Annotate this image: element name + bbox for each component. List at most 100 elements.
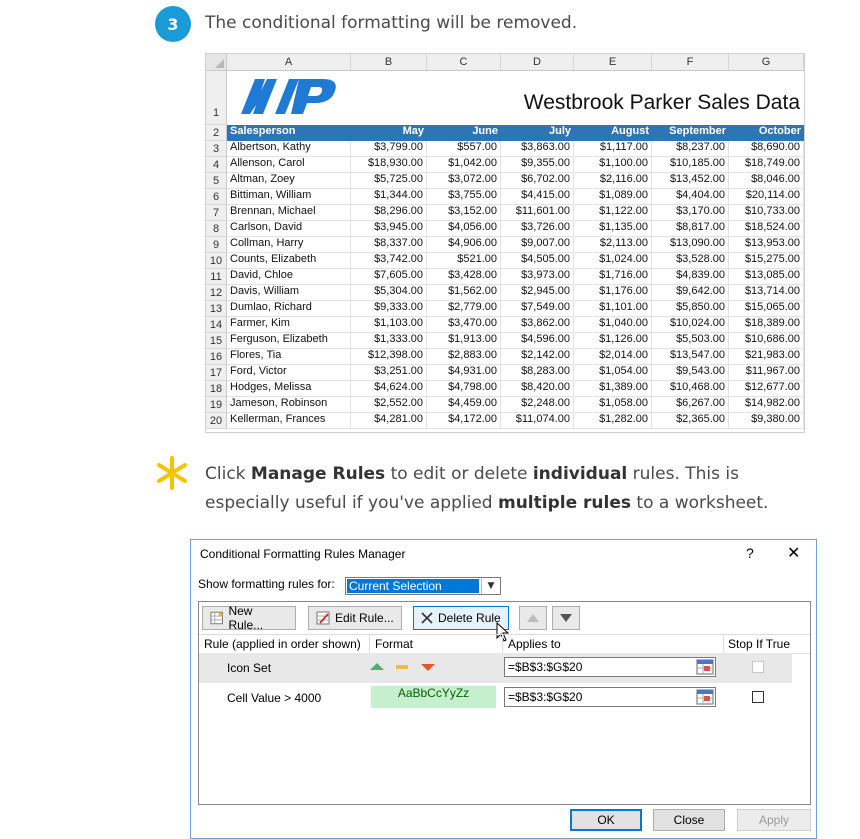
ok-button[interactable]: OK: [570, 809, 642, 831]
sales-cell[interactable]: $5,304.00: [351, 285, 427, 301]
sales-cell[interactable]: $9,380.00: [729, 413, 804, 429]
sales-cell[interactable]: $1,344.00: [351, 189, 427, 205]
salesperson-cell[interactable]: Jameson, Robinson: [227, 397, 351, 413]
sales-cell[interactable]: $13,714.00: [729, 285, 804, 301]
sales-cell[interactable]: $8,337.00: [351, 237, 427, 253]
sales-cell[interactable]: $18,389.00: [729, 317, 804, 333]
sales-cell[interactable]: $1,042.00: [427, 157, 501, 173]
sales-cell[interactable]: $1,122.00: [574, 205, 652, 221]
sales-cell[interactable]: $7,605.00: [351, 269, 427, 285]
sales-cell[interactable]: $4,596.00: [501, 333, 574, 349]
sales-cell[interactable]: $8,296.00: [351, 205, 427, 221]
sales-cell[interactable]: $1,135.00: [574, 221, 652, 237]
sales-cell[interactable]: $3,862.00: [501, 317, 574, 333]
sales-cell[interactable]: $4,415.00: [501, 189, 574, 205]
sales-cell[interactable]: $3,945.00: [351, 221, 427, 237]
stop-if-true-checkbox[interactable]: [752, 661, 764, 673]
salesperson-cell[interactable]: Farmer, Kim: [227, 317, 351, 333]
sales-cell[interactable]: $12,677.00: [729, 381, 804, 397]
sales-cell[interactable]: $6,267.00: [652, 397, 729, 413]
sales-cell[interactable]: $18,524.00: [729, 221, 804, 237]
sales-cell[interactable]: $1,716.00: [574, 269, 652, 285]
sales-cell[interactable]: $2,779.00: [427, 301, 501, 317]
show-rules-select[interactable]: Current Selection ▼: [345, 577, 501, 595]
sales-cell[interactable]: $4,798.00: [427, 381, 501, 397]
sales-cell[interactable]: $1,282.00: [574, 413, 652, 429]
sales-cell[interactable]: $13,452.00: [652, 173, 729, 189]
salesperson-cell[interactable]: Ferguson, Elizabeth: [227, 333, 351, 349]
sales-cell[interactable]: $4,459.00: [427, 397, 501, 413]
sales-cell[interactable]: $13,953.00: [729, 237, 804, 253]
sales-cell[interactable]: $8,283.00: [501, 365, 574, 381]
sales-cell[interactable]: $1,126.00: [574, 333, 652, 349]
range-select-icon[interactable]: [696, 689, 714, 705]
salesperson-cell[interactable]: Carlson, David: [227, 221, 351, 237]
sales-cell[interactable]: $9,642.00: [652, 285, 729, 301]
sales-cell[interactable]: $557.00: [427, 141, 501, 157]
sales-cell[interactable]: $5,503.00: [652, 333, 729, 349]
salesperson-cell[interactable]: Brennan, Michael: [227, 205, 351, 221]
sales-cell[interactable]: $2,883.00: [427, 349, 501, 365]
sales-cell[interactable]: $9,543.00: [652, 365, 729, 381]
sales-cell[interactable]: $1,913.00: [427, 333, 501, 349]
sales-cell[interactable]: $4,404.00: [652, 189, 729, 205]
sales-cell[interactable]: $521.00: [427, 253, 501, 269]
sales-cell[interactable]: $2,365.00: [652, 413, 729, 429]
applies-to-input[interactable]: =$B$3:$G$20: [504, 687, 716, 707]
rule-row[interactable]: Cell Value > 4000 AaBbCcYyZz =$B$3:$G$20: [199, 683, 792, 713]
sales-cell[interactable]: $2,113.00: [574, 237, 652, 253]
sales-cell[interactable]: $3,428.00: [427, 269, 501, 285]
salesperson-cell[interactable]: Counts, Elizabeth: [227, 253, 351, 269]
sales-cell[interactable]: $13,085.00: [729, 269, 804, 285]
sales-cell[interactable]: $11,601.00: [501, 205, 574, 221]
sales-cell[interactable]: $4,505.00: [501, 253, 574, 269]
sales-cell[interactable]: $5,850.00: [652, 301, 729, 317]
chevron-down-icon[interactable]: ▼: [481, 578, 500, 594]
salesperson-cell[interactable]: Ford, Victor: [227, 365, 351, 381]
sales-cell[interactable]: $1,389.00: [574, 381, 652, 397]
sales-cell[interactable]: $2,945.00: [501, 285, 574, 301]
salesperson-cell[interactable]: Hodges, Melissa: [227, 381, 351, 397]
sales-cell[interactable]: $3,755.00: [427, 189, 501, 205]
stop-if-true-checkbox[interactable]: [752, 691, 764, 703]
salesperson-cell[interactable]: Flores, Tia: [227, 349, 351, 365]
sales-cell[interactable]: $3,152.00: [427, 205, 501, 221]
sales-cell[interactable]: $4,281.00: [351, 413, 427, 429]
sales-cell[interactable]: $1,024.00: [574, 253, 652, 269]
sales-cell[interactable]: $3,726.00: [501, 221, 574, 237]
salesperson-cell[interactable]: Albertson, Kathy: [227, 141, 351, 157]
sales-cell[interactable]: $3,863.00: [501, 141, 574, 157]
sales-cell[interactable]: $13,547.00: [652, 349, 729, 365]
sales-cell[interactable]: $1,117.00: [574, 141, 652, 157]
sales-cell[interactable]: $4,624.00: [351, 381, 427, 397]
sales-cell[interactable]: $8,420.00: [501, 381, 574, 397]
salesperson-cell[interactable]: Altman, Zoey: [227, 173, 351, 189]
sales-cell[interactable]: $12,398.00: [351, 349, 427, 365]
sales-cell[interactable]: $13,090.00: [652, 237, 729, 253]
move-up-button[interactable]: [519, 606, 547, 630]
sales-cell[interactable]: $9,333.00: [351, 301, 427, 317]
sales-cell[interactable]: $1,333.00: [351, 333, 427, 349]
sales-cell[interactable]: $4,172.00: [427, 413, 501, 429]
sales-cell[interactable]: $10,686.00: [729, 333, 804, 349]
sales-cell[interactable]: $2,014.00: [574, 349, 652, 365]
edit-rule-button[interactable]: Edit Rule...: [308, 606, 402, 630]
apply-button[interactable]: Apply: [737, 809, 811, 831]
sales-cell[interactable]: $15,275.00: [729, 253, 804, 269]
sales-cell[interactable]: $1,100.00: [574, 157, 652, 173]
sales-cell[interactable]: $2,552.00: [351, 397, 427, 413]
salesperson-cell[interactable]: Kellerman, Frances: [227, 413, 351, 429]
range-select-icon[interactable]: [696, 659, 714, 675]
rule-row[interactable]: Icon Set =$B$3:$G$20: [199, 653, 792, 683]
sales-cell[interactable]: $1,054.00: [574, 365, 652, 381]
delete-rule-button[interactable]: Delete Rule: [413, 606, 509, 630]
salesperson-cell[interactable]: Allenson, Carol: [227, 157, 351, 173]
move-down-button[interactable]: [552, 606, 580, 630]
sales-cell[interactable]: $1,040.00: [574, 317, 652, 333]
sales-cell[interactable]: $6,702.00: [501, 173, 574, 189]
sales-cell[interactable]: $3,528.00: [652, 253, 729, 269]
sales-cell[interactable]: $1,562.00: [427, 285, 501, 301]
sales-cell[interactable]: $2,142.00: [501, 349, 574, 365]
sales-cell[interactable]: $8,237.00: [652, 141, 729, 157]
sales-cell[interactable]: $4,906.00: [427, 237, 501, 253]
